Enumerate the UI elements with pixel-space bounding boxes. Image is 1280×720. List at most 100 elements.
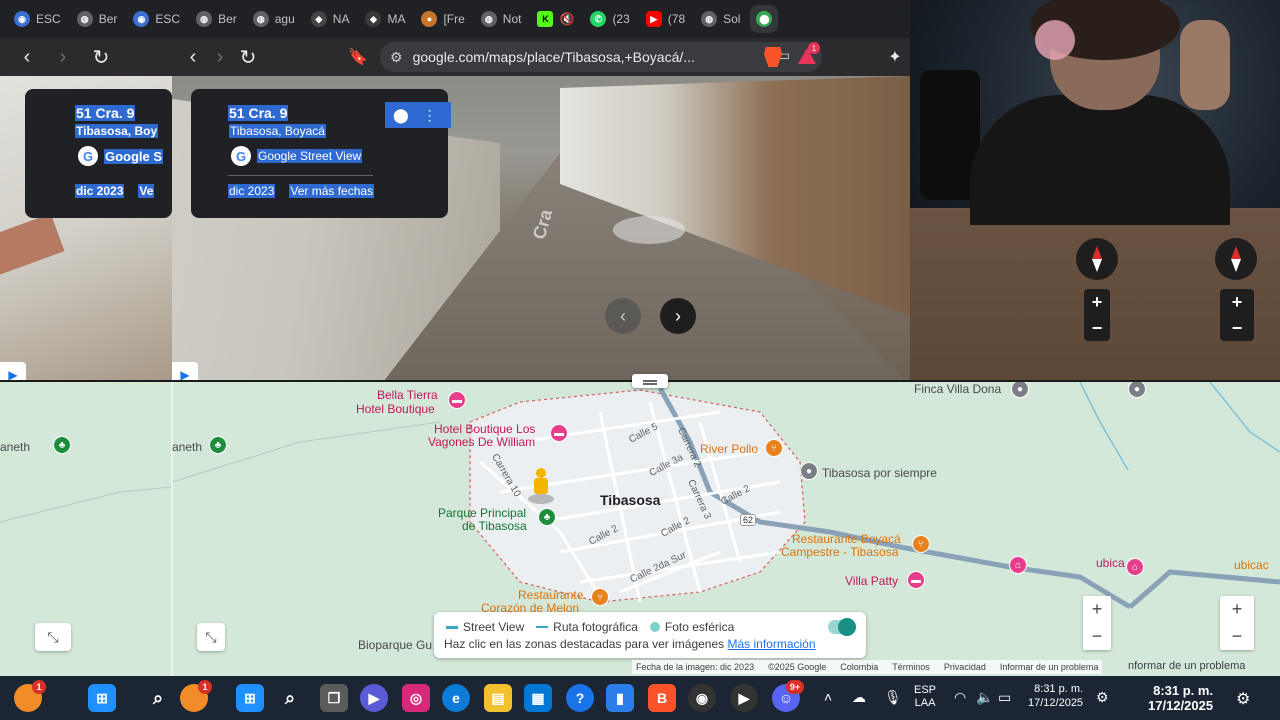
microphone-icon[interactable]: 🎙 xyxy=(884,689,902,706)
more-info-link[interactable]: Más información xyxy=(728,637,816,651)
task-view-icon[interactable]: ❐ xyxy=(320,684,348,712)
poi-label[interactable]: Bella Tierra xyxy=(377,388,438,402)
poi-label[interactable]: Restaurante xyxy=(518,588,583,602)
system-clock[interactable]: 8:31 p. m. 17/12/2025 xyxy=(1028,682,1083,710)
edge-icon[interactable]: e xyxy=(442,684,470,712)
more-dates-link[interactable]: Ver más fechas xyxy=(289,184,375,198)
zoom-out-icon[interactable]: − xyxy=(1092,626,1103,647)
discord-icon[interactable]: ☺ 9+ xyxy=(772,680,804,712)
more-options-icon[interactable]: ⋮ xyxy=(423,107,437,124)
extensions-icon[interactable]: ✦ xyxy=(882,44,908,70)
move-arrow-icon[interactable] xyxy=(613,216,685,244)
zoom-in-icon[interactable]: + xyxy=(1092,599,1103,620)
browser-tab-active[interactable]: ⬤ xyxy=(750,5,779,33)
instagram-icon[interactable]: ◎ xyxy=(402,684,430,712)
cloud-icon[interactable]: ☁ xyxy=(852,689,866,706)
terms-link[interactable]: Términos xyxy=(892,662,930,672)
collapse-icon[interactable]: ⤡ xyxy=(35,623,71,651)
place-poi-icon[interactable]: ● xyxy=(1128,382,1146,398)
browser-tab[interactable]: ✆ (23 xyxy=(584,5,635,33)
hotel-poi-icon[interactable]: ⌂ xyxy=(1126,558,1144,576)
restaurant-poi-icon[interactable]: ⑂ xyxy=(591,588,609,606)
street-view-toggle[interactable] xyxy=(828,618,856,636)
hotel-poi-icon[interactable]: ▬ xyxy=(550,424,568,442)
zoom-in-icon[interactable]: + xyxy=(1232,292,1243,313)
notes-icon[interactable]: ▮ xyxy=(606,684,634,712)
obs-icon[interactable]: ◉ xyxy=(688,684,716,712)
restaurant-poi-icon[interactable]: ⑂ xyxy=(765,439,783,457)
site-settings-icon[interactable]: ⚙ xyxy=(390,49,403,66)
poi-label[interactable]: Bioparque Gu xyxy=(358,638,432,652)
compass-icon[interactable] xyxy=(1215,238,1257,280)
brave-taskbar-icon[interactable]: B xyxy=(648,684,676,712)
browser-tab[interactable]: ◍ Ber xyxy=(190,5,243,33)
store-icon[interactable]: ▦ xyxy=(524,684,552,712)
zoom-in-icon[interactable]: + xyxy=(1232,599,1243,620)
weather-icon[interactable]: 1 xyxy=(14,680,46,712)
wifi-icon[interactable]: ◠ xyxy=(954,689,966,706)
next-image-button[interactable]: › xyxy=(660,298,696,334)
back-icon[interactable]: ‹ xyxy=(14,44,40,70)
address-bar[interactable]: ⚙ google.com/maps/place/Tibasosa,+Boyacá… xyxy=(380,42,822,72)
brave-rewards-icon[interactable]: 1 xyxy=(798,42,820,64)
mute-icon[interactable]: 🔇 xyxy=(559,12,574,26)
browser-tab[interactable]: ◍ Sol xyxy=(695,5,746,33)
park-poi-icon[interactable]: ♣ xyxy=(538,508,556,526)
zoom-in-icon[interactable]: + xyxy=(1092,292,1103,313)
poi-label[interactable]: Finca Villa Dona xyxy=(914,382,1001,396)
zoom-out-icon[interactable]: − xyxy=(1232,626,1243,647)
poi-label[interactable]: ubica xyxy=(1096,556,1125,570)
poi-label[interactable]: Restaurante Boyacá xyxy=(792,532,901,546)
start-icon[interactable]: ⊞ xyxy=(236,684,264,712)
notification-center-icon[interactable]: ⚙ xyxy=(1096,689,1109,706)
poi-label[interactable]: Villa Patty xyxy=(845,574,898,588)
zoom-out-icon[interactable]: − xyxy=(1232,318,1243,339)
poi-label[interactable]: Campestre - Tibasosa xyxy=(781,545,898,559)
battery-icon[interactable]: ▭ xyxy=(998,689,1011,706)
reload-icon[interactable]: ↻ xyxy=(235,44,261,70)
browser-tab[interactable]: ◆ NA xyxy=(305,5,356,33)
hotel-poi-icon[interactable]: ⌂ xyxy=(1009,556,1027,574)
system-clock[interactable]: 8:31 p. m. 17/12/2025 xyxy=(1148,683,1213,713)
pegman-icon[interactable] xyxy=(528,468,554,504)
browser-tab[interactable]: ◆ MA xyxy=(359,5,411,33)
start-icon[interactable]: ⊞ xyxy=(88,684,116,712)
meet-icon[interactable]: ▶ xyxy=(360,684,388,712)
browser-tab[interactable]: ◉ ESC xyxy=(8,5,67,33)
browser-tab[interactable]: ◍ Ber xyxy=(71,5,124,33)
forward-icon[interactable]: › xyxy=(207,44,233,70)
search-icon[interactable]: ⌕ xyxy=(144,684,172,712)
reload-icon[interactable]: ↻ xyxy=(88,44,114,70)
more-dates-link[interactable]: Ve xyxy=(138,184,155,198)
poi-label[interactable]: Tibasosa por siempre xyxy=(822,466,937,480)
brave-shields-icon[interactable] xyxy=(764,47,782,67)
restaurant-poi-icon[interactable]: ⑂ xyxy=(912,535,930,553)
location-pin-icon[interactable]: ⬤ xyxy=(393,107,409,124)
tray-overflow-icon[interactable]: ˄ xyxy=(824,689,832,705)
compass-icon[interactable] xyxy=(1076,238,1118,280)
browser-tab[interactable]: K 🔇 xyxy=(531,5,580,33)
bookmark-icon[interactable]: 🔖 xyxy=(345,44,371,70)
back-icon[interactable]: ‹ xyxy=(180,44,206,70)
poi-label[interactable]: Hotel Boutique Los xyxy=(434,422,535,436)
hotel-poi-icon[interactable]: ▬ xyxy=(448,391,466,409)
notification-center-icon[interactable]: ⚙ xyxy=(1236,689,1250,709)
poi-label[interactable]: de Tibasosa xyxy=(462,519,527,533)
browser-tab[interactable]: ▶ (78 xyxy=(640,5,691,33)
poi-label[interactable]: Vagones De William xyxy=(428,435,535,449)
country-link[interactable]: Colombia xyxy=(840,662,878,672)
park-poi-icon[interactable]: ♣ xyxy=(209,436,227,454)
collapse-icon[interactable]: ⤡ xyxy=(197,623,225,651)
previous-image-button[interactable]: ‹ xyxy=(605,298,641,334)
help-icon[interactable]: ? xyxy=(566,684,594,712)
poi-label[interactable]: Hotel Boutique xyxy=(356,402,435,416)
zoom-out-icon[interactable]: − xyxy=(1092,318,1103,339)
poi-label[interactable]: River Pollo xyxy=(700,442,758,456)
volume-icon[interactable]: 🔈 xyxy=(976,689,993,706)
place-poi-icon[interactable]: ● xyxy=(800,462,818,480)
file-explorer-icon[interactable]: ▤ xyxy=(484,684,512,712)
forward-icon[interactable]: › xyxy=(50,44,76,70)
hotel-poi-icon[interactable]: ▬ xyxy=(907,571,925,589)
poi-label[interactable]: Parque Principal xyxy=(438,506,526,520)
place-poi-icon[interactable]: ● xyxy=(1011,382,1029,398)
